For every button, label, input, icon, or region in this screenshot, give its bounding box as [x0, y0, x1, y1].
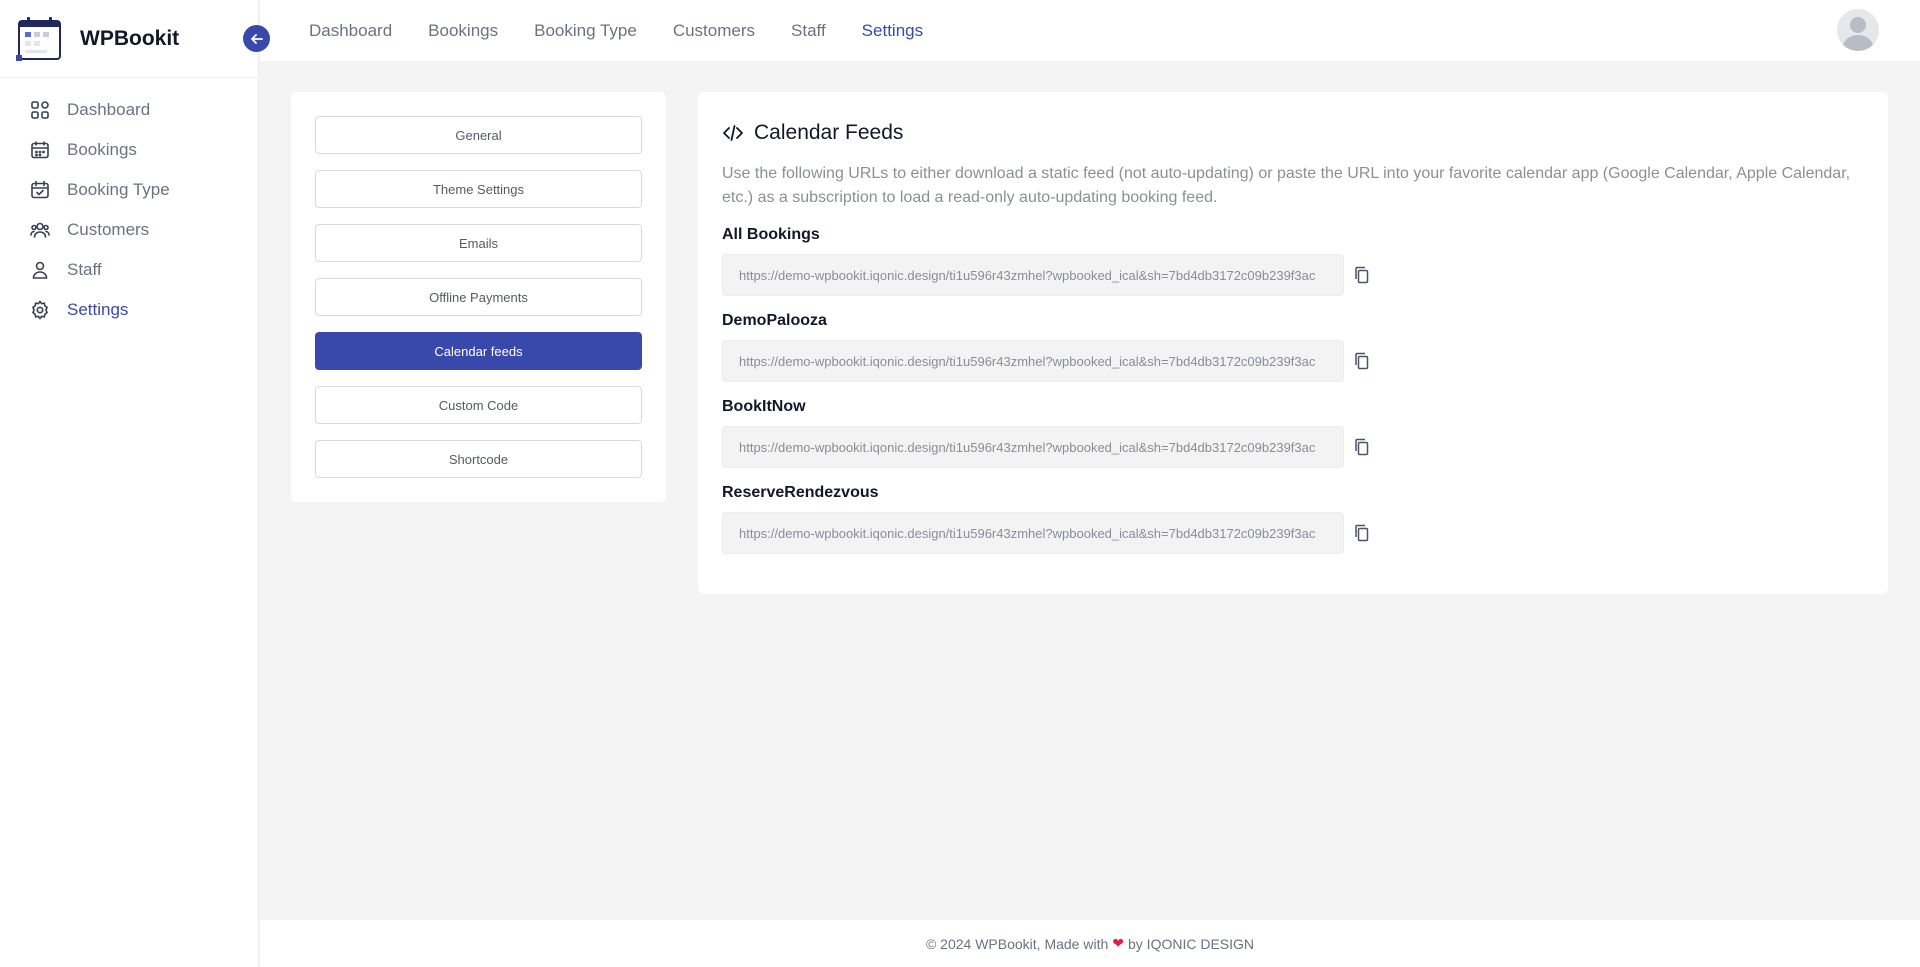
topnav-settings[interactable]: Settings — [862, 21, 923, 41]
user-icon — [32, 261, 48, 279]
sidebar-item-label: Customers — [67, 220, 150, 239]
feed-label: DemoPalooza — [722, 312, 827, 329]
feed-label: All Bookings — [722, 226, 820, 243]
settings-tab-emails[interactable]: Emails — [315, 224, 642, 262]
feed-url-input[interactable] — [722, 426, 1344, 468]
brand: WPBookit — [0, 0, 270, 78]
footer: © 2024 WPBookit, Made with ❤ by IQONIC D… — [260, 920, 1920, 967]
footer-prefix: © 2024 WPBookit, Made with — [925, 935, 1109, 952]
topnav-bookings[interactable]: Bookings — [428, 21, 498, 41]
user-avatar-icon — [1837, 9, 1879, 51]
topnav-customers[interactable]: Customers — [673, 21, 755, 41]
footer-suffix: by IQONIC DESIGN — [1128, 935, 1255, 952]
copy-icon[interactable] — [1352, 523, 1372, 543]
topbar: Dashboard Bookings Booking Type Customer… — [260, 0, 1920, 61]
feed-item: All Bookings — [722, 226, 1864, 296]
panel-header: Calendar Feeds — [722, 116, 1864, 150]
copy-icon[interactable] — [1352, 437, 1372, 457]
gear-icon — [32, 300, 48, 320]
sidebar-nav: Dashboard Bookings Booking Type Customer… — [0, 78, 258, 330]
users-icon — [30, 222, 50, 238]
calendar-logo-icon — [16, 16, 64, 62]
collapse-sidebar-button[interactable] — [243, 25, 270, 52]
feed-url-input[interactable] — [722, 340, 1344, 382]
feed-url-input[interactable] — [722, 254, 1344, 296]
feed-item: BookItNow — [722, 398, 1864, 468]
sidebar-item-label: Bookings — [67, 140, 137, 159]
settings-menu: General Theme Settings Emails Offline Pa… — [291, 92, 666, 502]
feed-label: BookItNow — [722, 398, 806, 415]
sidebar-item-dashboard[interactable]: Dashboard — [0, 90, 258, 130]
sidebar-item-settings[interactable]: Settings — [0, 290, 258, 330]
calendar-icon — [31, 141, 49, 159]
settings-tab-custom-code[interactable]: Custom Code — [315, 386, 642, 424]
copy-icon[interactable] — [1352, 265, 1372, 285]
topnav-dashboard[interactable]: Dashboard — [309, 21, 392, 41]
settings-tab-general[interactable]: General — [315, 116, 642, 154]
sidebar-item-label: Settings — [67, 300, 129, 319]
page-title: Calendar Feeds — [754, 121, 904, 144]
settings-tab-theme-settings[interactable]: Theme Settings — [315, 170, 642, 208]
settings-tab-shortcode[interactable]: Shortcode — [315, 440, 642, 478]
panel-description: Use the following URLs to either downloa… — [722, 165, 1851, 206]
sidebar-item-label: Dashboard — [67, 100, 151, 119]
calendar-check-icon — [31, 180, 49, 199]
brand-name: WPBookit — [80, 26, 180, 50]
top-nav: Dashboard Bookings Booking Type Customer… — [309, 21, 959, 41]
feed-label: ReserveRendezvous — [722, 484, 879, 501]
feed-item: DemoPalooza — [722, 312, 1864, 382]
sidebar-item-booking-type[interactable]: Booking Type — [0, 170, 258, 210]
heart-icon: ❤ — [1112, 935, 1124, 951]
sidebar-item-bookings[interactable]: Bookings — [0, 130, 258, 170]
sidebar-item-customers[interactable]: Customers — [0, 210, 258, 250]
sidebar: WPBookit Dashboard Bookings Booking Type… — [0, 0, 270, 967]
settings-tab-calendar-feeds[interactable]: Calendar feeds — [315, 332, 642, 370]
calendar-feeds-panel: Calendar Feeds Use the following URLs to… — [698, 92, 1888, 594]
arrow-left-icon — [250, 33, 263, 44]
feed-item: ReserveRendezvous — [722, 484, 1864, 554]
sidebar-item-staff[interactable]: Staff — [0, 250, 258, 290]
settings-tab-offline-payments[interactable]: Offline Payments — [315, 278, 642, 316]
sidebar-item-label: Staff — [67, 260, 102, 279]
code-icon — [723, 125, 743, 141]
copy-icon[interactable] — [1352, 351, 1372, 371]
avatar[interactable] — [1837, 9, 1879, 51]
topnav-staff[interactable]: Staff — [791, 21, 826, 41]
feed-url-input[interactable] — [722, 512, 1344, 554]
dashboard-icon — [31, 101, 49, 119]
topnav-booking-type[interactable]: Booking Type — [534, 21, 637, 41]
sidebar-item-label: Booking Type — [67, 180, 170, 199]
